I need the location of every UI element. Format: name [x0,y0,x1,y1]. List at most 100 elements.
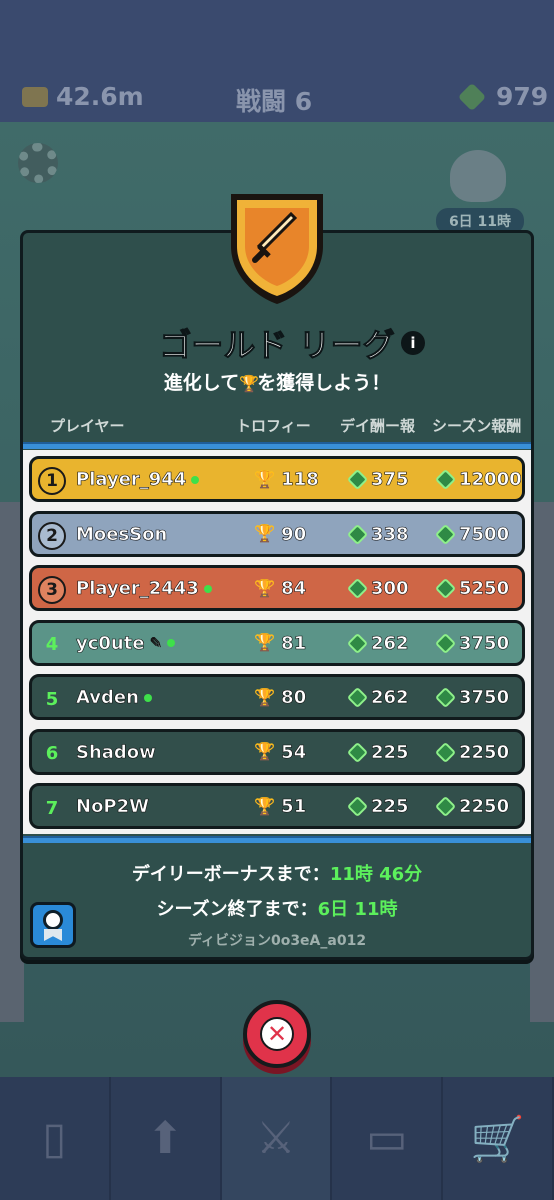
daily-reward-value: 225 [371,796,409,818]
division-id: ディビジョン0o3eA_a012 [187,933,367,949]
leaderboard-row[interactable]: 5 Avden 🏆 80 262 3750 [29,674,525,720]
daily-reward: 225 [346,741,409,763]
trophy-icon: 🏆 [254,796,276,817]
player-name-text: Shadow [76,741,156,763]
leaderboard-row[interactable]: 3 Player_2443 🏆 84 300 5250 [29,565,525,611]
daily-bonus-label: デイリーボーナスまで： [131,864,330,885]
trophy-icon: 🏆 [254,469,276,490]
leaderboard-row[interactable]: 1 Player_944 🏆 118 375 12000 [29,456,525,502]
rank-number: 5 [45,688,59,710]
bottom-nav: ▯ ⬆ ⚔ ▭ 🛒 [0,1077,554,1200]
online-dot-icon [143,693,152,702]
cards-icon: ▭ [366,1113,408,1164]
trophy-count-value: 51 [281,796,307,818]
daily-reward-value: 375 [371,469,409,491]
divider-bottom [23,836,531,843]
season-reward: 12000 [434,468,522,491]
nav-tab-battle[interactable]: ⚔ [221,1077,333,1200]
boss-skull-icon[interactable] [450,150,506,202]
trophy-count: 🏆 84 [254,578,307,600]
top-bar: 42.6m 戦闘 6 979 [0,0,554,122]
gems-stat: 979 [457,82,548,111]
crowns-stat: 42.6m [22,82,144,111]
player-name: Shadow [76,741,156,763]
daily-reward: 338 [346,523,409,545]
gem-icon [346,577,369,600]
season-reward-value: 3750 [459,687,510,709]
gem-icon [434,468,457,491]
daily-reward: 375 [346,468,409,491]
daily-reward: 225 [346,795,409,818]
gem-icon [457,82,487,111]
daily-reward-value: 262 [371,687,409,709]
gem-icon [346,795,369,818]
nav-tab-castle[interactable]: ▯ [0,1077,111,1200]
trophy-count: 🏆 80 [254,687,307,709]
leaderboard-row[interactable]: 2 MoesSon 🏆 90 338 7500 [29,510,525,557]
column-header-season: シーズン報酬 [432,417,522,435]
leaderboard-list[interactable]: 1 Player_944 🏆 118 375 12000 2 MoesSon 🏆 90 338 750… [23,450,531,834]
season-reward-value: 2250 [459,741,510,763]
daily-bonus-value: 11時 46分 [329,864,423,885]
close-button[interactable]: ✕ [243,1000,311,1068]
gem-icon [346,686,369,709]
upgrade-arrow-icon: ⬆ [146,1113,184,1164]
trophy-icon: 🏆 [254,524,276,544]
player-name-text: Player_2443 [76,578,199,600]
season-reward-value: 2250 [459,796,510,818]
season-reward: 3750 [434,632,510,654]
player-name: Player_2443 [76,578,212,599]
online-dot-icon [167,639,176,647]
gem-icon [346,632,369,654]
season-reward-value: 3750 [459,632,510,654]
gem-icon [434,632,457,654]
leaderboard-row[interactable]: 6 Shadow 🏆 54 225 2250 [29,728,525,775]
daily-reward-value: 338 [371,523,409,545]
trophy-count-value: 80 [281,687,307,709]
leaderboard-row[interactable]: 4 yc0ute ✎ 🏆 81 262 3750 [29,619,525,666]
player-name-text: yc0ute [76,632,145,654]
trophy-count-value: 84 [281,578,307,600]
rank-number: 6 [45,743,59,764]
rewards-ribbon-button[interactable] [30,902,76,948]
player-name-text: MoesSon [76,523,168,545]
daily-bonus-timer: デイリーボーナスまで：11時 46分 [0,860,554,886]
rank-number: 3 [38,576,66,604]
gold-league-badge-icon [231,194,323,304]
door-icon: ▯ [42,1113,67,1164]
rank-number: 1 [38,467,66,495]
trophy-count: 🏆 54 [254,741,307,763]
gem-icon [434,795,457,818]
gem-icon [346,468,369,491]
crowns-value: 42.6m [56,82,144,111]
season-reward-value: 12000 [459,469,522,491]
season-reward: 5250 [434,578,509,599]
season-end-label: シーズン終了まで： [156,899,318,920]
nav-tab-shop[interactable]: 🛒 [443,1077,554,1200]
player-name-text: NoP2W [76,796,150,818]
battle-label: 戦闘 6 [236,87,313,116]
info-icon[interactable]: i [401,331,425,355]
player-name: Avden [76,687,152,708]
trophy-icon: 🏆 [254,742,276,762]
column-header-daily: デイ酬ー報 [340,417,416,435]
trophy-icon: 🏆 [254,578,276,599]
gem-icon [346,523,369,545]
season-reward: 2250 [434,795,510,818]
trophy-count: 🏆 51 [254,796,307,818]
pencil-icon[interactable]: ✎ [149,634,162,653]
crown-icon [22,86,48,107]
shopping-cart-icon: 🛒 [470,1113,525,1165]
player-name: NoP2W [76,796,150,818]
settings-gear-icon[interactable] [18,143,58,183]
nav-tab-upgrade[interactable]: ⬆ [111,1077,222,1200]
subtitle-post: を獲得しよう！ [257,372,391,394]
trophy-icon: 🏆 [254,633,276,653]
leaderboard-row[interactable]: 7 NoP2W 🏆 51 225 2250 [29,783,525,829]
player-name-text: Avden [76,687,140,709]
league-title: ゴールド リーグ [159,326,395,365]
rank-number: 2 [38,521,66,550]
nav-tab-cards[interactable]: ▭ [332,1077,444,1200]
gem-icon [434,523,457,545]
player-name: MoesSon [76,523,168,545]
